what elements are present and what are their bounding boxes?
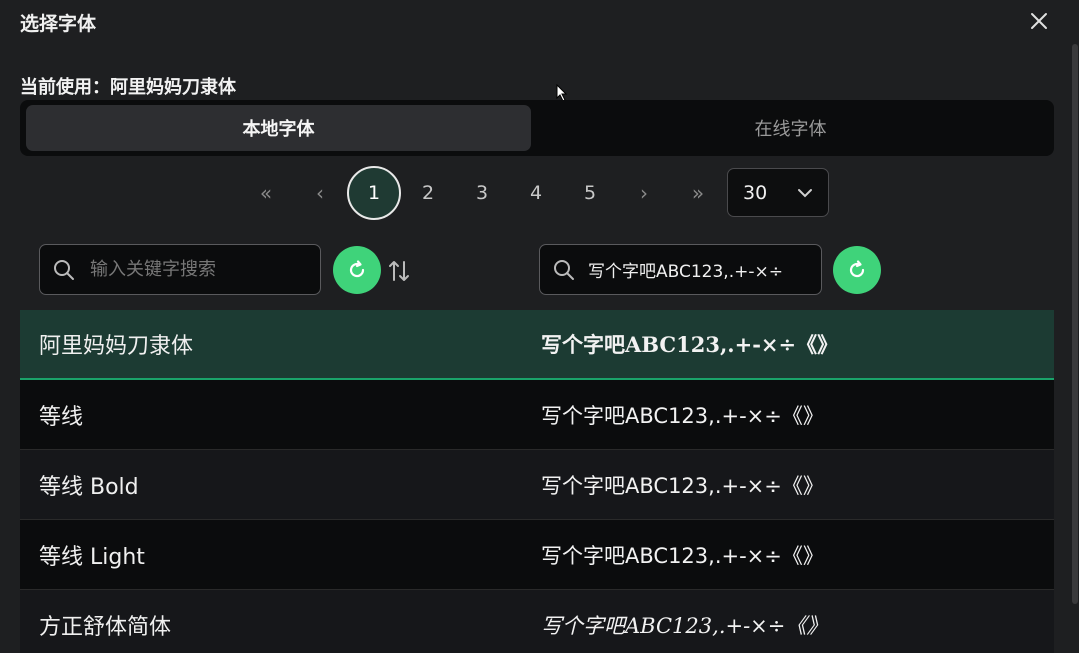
- preview-text-field[interactable]: 写个字吧ABC123,.+-×÷: [539, 244, 822, 295]
- font-name: 等线 Light: [39, 544, 145, 570]
- font-sample: 写个字吧ABC123,.+-×÷《》: [541, 332, 839, 357]
- font-list: 阿里妈妈刀隶体 写个字吧ABC123,.+-×÷《》 等线 写个字吧ABC123…: [20, 310, 1054, 653]
- search-icon: [553, 259, 575, 281]
- refresh-icon: [849, 260, 865, 278]
- font-row[interactable]: 阿里妈妈刀隶体 写个字吧ABC123,.+-×÷《》: [20, 310, 1054, 380]
- dialog-title: 选择字体: [20, 13, 97, 35]
- font-name: 方正舒体简体: [39, 614, 172, 640]
- font-name: 阿里妈妈刀隶体: [39, 334, 194, 359]
- font-sample: 写个字吧ABC123,.+-×÷《》: [541, 543, 824, 568]
- page-size-value: 30: [743, 181, 768, 204]
- next-page-button[interactable]: ›: [617, 166, 671, 220]
- page-size-select[interactable]: 30: [727, 168, 829, 217]
- tab-online-fonts[interactable]: 在线字体: [538, 105, 1043, 151]
- font-name: 等线: [39, 404, 84, 430]
- page-1-button[interactable]: 1: [347, 166, 401, 220]
- last-page-button[interactable]: »: [671, 166, 725, 220]
- prev-page-button[interactable]: ‹: [293, 166, 347, 220]
- scrollbar[interactable]: [1072, 44, 1078, 604]
- font-sample: 写个字吧ABC123,.+-×÷《》: [541, 613, 828, 638]
- font-sample: 写个字吧ABC123,.+-×÷《》: [541, 473, 824, 498]
- page-4-button[interactable]: 4: [509, 166, 563, 220]
- font-row[interactable]: 方正舒体简体 写个字吧ABC123,.+-×÷《》: [20, 590, 1054, 653]
- close-button[interactable]: [1024, 6, 1054, 36]
- current-font-label: 当前使用：阿里妈妈刀隶体: [20, 77, 236, 98]
- refresh-preview-button[interactable]: [833, 246, 881, 294]
- search-field[interactable]: [39, 244, 321, 295]
- refresh-list-button[interactable]: [333, 246, 381, 294]
- chevron-down-icon: [798, 189, 812, 198]
- search-input[interactable]: [88, 258, 292, 281]
- font-row[interactable]: 等线 写个字吧ABC123,.+-×÷《》: [20, 380, 1054, 450]
- font-row[interactable]: 等线 Light 写个字吧ABC123,.+-×÷《》: [20, 520, 1054, 590]
- page-2-button[interactable]: 2: [401, 166, 455, 220]
- font-row[interactable]: 等线 Bold 写个字吧ABC123,.+-×÷《》: [20, 450, 1054, 520]
- tab-local-fonts[interactable]: 本地字体: [26, 105, 531, 151]
- sort-icon[interactable]: [388, 259, 410, 283]
- page-3-button[interactable]: 3: [455, 166, 509, 220]
- refresh-icon: [349, 260, 365, 278]
- font-source-tabs: 本地字体 在线字体: [20, 100, 1054, 156]
- page-5-button[interactable]: 5: [563, 166, 617, 220]
- search-icon: [53, 259, 75, 281]
- close-icon: [1031, 13, 1047, 29]
- first-page-button[interactable]: «: [239, 166, 293, 220]
- font-name: 等线 Bold: [39, 474, 139, 500]
- preview-text-input[interactable]: 写个字吧ABC123,.+-×÷: [588, 257, 783, 282]
- font-sample: 写个字吧ABC123,.+-×÷《》: [541, 403, 824, 428]
